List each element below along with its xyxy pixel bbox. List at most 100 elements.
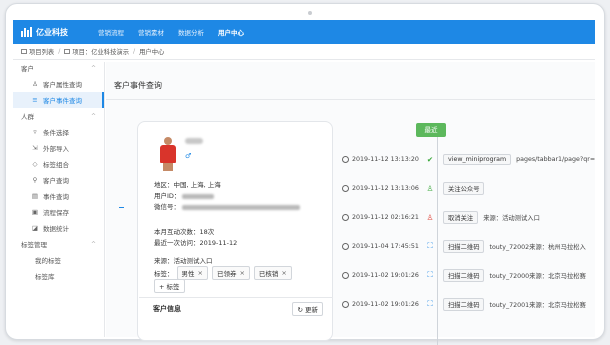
section-title: 人群 bbox=[21, 113, 34, 121]
timeline-event[interactable]: 2019-11-02 19:01:26 ⛶ 扫描二维码 touty_72001来… bbox=[342, 297, 586, 311]
event-time: 2019-11-04 17:45:51 bbox=[352, 242, 419, 250]
refresh-label: 更新 bbox=[305, 305, 318, 314]
refresh-icon: ↻ bbox=[297, 305, 305, 314]
male-icon: ♂ bbox=[185, 152, 192, 160]
title-divider bbox=[106, 99, 595, 100]
customer-name-redacted bbox=[185, 138, 203, 144]
sidebar-item-flow-save[interactable]: ▣ 流程保存 bbox=[13, 204, 104, 220]
breadcrumb-projects[interactable]: 项目列表 bbox=[29, 47, 54, 56]
sidebar-item-condition[interactable]: ▿ 条件选择 bbox=[13, 124, 104, 140]
sidebar-section-crowd[interactable]: 人群 ^ bbox=[13, 110, 104, 124]
region-value: 中国, 上海, 上海 bbox=[173, 181, 221, 189]
sidebar-item-tag-combo[interactable]: ◇ 标签组合 bbox=[13, 156, 104, 172]
customer-info-title: 客户信息 bbox=[153, 304, 181, 313]
event-detail: touty_72001来源：北京马拉松赛 bbox=[489, 301, 586, 309]
brand-logo[interactable]: 亿业科技 bbox=[21, 27, 68, 38]
tag-chip[interactable]: 已核销 × bbox=[253, 266, 292, 280]
event-type-badge: 扫描二维码 bbox=[443, 239, 485, 253]
sidebar-item-my-tags[interactable]: 我的标签 bbox=[13, 252, 104, 268]
collapse-indicator[interactable] bbox=[119, 207, 124, 208]
nav-marketing-material[interactable]: 营销素材 bbox=[138, 27, 164, 37]
event-time: 2019-11-12 13:13:06 bbox=[352, 184, 419, 192]
clock-icon bbox=[342, 155, 349, 163]
section-title: 标签管理 bbox=[21, 241, 47, 249]
chevron-up-icon: ^ bbox=[90, 241, 96, 248]
region-label: 地区： bbox=[154, 181, 174, 189]
top-nav: 亿业科技 营销流程 营销素材 数据分析 用户中心 bbox=[13, 20, 595, 44]
scan-icon: ⛶ bbox=[427, 241, 433, 250]
sidebar-item-label: 标签库 bbox=[35, 273, 55, 281]
breadcrumb-separator: / bbox=[132, 48, 136, 55]
project-list-icon bbox=[21, 49, 27, 54]
clock-icon bbox=[342, 271, 349, 279]
event-time: 2019-11-02 19:01:26 bbox=[352, 300, 419, 308]
event-type-badge: 扫描二维码 bbox=[443, 268, 485, 282]
nav-data-analysis[interactable]: 数据分析 bbox=[178, 27, 204, 37]
wechat-label: 微信号： bbox=[154, 203, 180, 211]
event-time: 2019-11-12 13:13:20 bbox=[352, 155, 419, 163]
chevron-up-icon: ^ bbox=[90, 65, 96, 72]
tag-row: 标签： 男性 × 已领券 × 已核销 × bbox=[154, 266, 296, 280]
timeline-event[interactable]: 2019-11-04 17:45:51 ⛶ 扫描二维码 touty_72002来… bbox=[342, 239, 586, 253]
timeline-event[interactable]: 2019-11-02 19:01:26 ⛶ 扫描二维码 touty_72000来… bbox=[342, 268, 586, 282]
avatar bbox=[158, 137, 178, 171]
close-icon[interactable]: × bbox=[239, 269, 244, 277]
last-visit-value: 2019-11-12 bbox=[199, 239, 238, 247]
event-detail: touty_72002来源：杭州马拉松入 bbox=[489, 243, 586, 251]
userid-redacted bbox=[182, 193, 215, 199]
event-type-badge: 取消关注 bbox=[443, 210, 479, 224]
breadcrumb-current: 用户中心 bbox=[139, 49, 165, 56]
breadcrumb-project[interactable]: 项目：亿业科技演示 bbox=[72, 47, 129, 56]
timeline-event[interactable]: 2019-11-12 13:13:06 ♙ 关注公众号 bbox=[342, 181, 489, 195]
tag-icon: ◇ bbox=[32, 160, 38, 168]
add-tag-button[interactable]: + 标签 bbox=[154, 279, 185, 293]
close-icon[interactable]: × bbox=[198, 269, 203, 277]
event-time: 2019-11-02 19:01:26 bbox=[352, 271, 419, 279]
nav-marketing-flow[interactable]: 营销流程 bbox=[98, 27, 124, 37]
last-visit-label: 最近一次访问： bbox=[154, 239, 200, 247]
sidebar-item-customer-attr[interactable]: ♙ 客户属性查询 bbox=[13, 76, 104, 92]
sidebar-section-tag-mgmt[interactable]: 标签管理 ^ bbox=[13, 238, 104, 252]
clock-icon bbox=[342, 242, 349, 250]
breadcrumb: 项目列表 / 项目：亿业科技演示 / 用户中心 bbox=[13, 44, 595, 60]
timeline-event[interactable]: 2019-11-12 13:13:20 ✔ view_miniprogram p… bbox=[342, 152, 595, 166]
sidebar-item-label: 条件选择 bbox=[43, 129, 69, 137]
sidebar-item-event-query[interactable]: ▤ 事件查询 bbox=[13, 188, 104, 204]
close-icon[interactable]: × bbox=[281, 269, 286, 277]
list-icon: ≡ bbox=[32, 96, 38, 104]
brand-name: 亿业科技 bbox=[36, 27, 68, 37]
tag-chip[interactable]: 男性 × bbox=[176, 266, 208, 280]
project-icon bbox=[64, 49, 71, 54]
sidebar-item-tag-library[interactable]: 标签库 bbox=[13, 268, 104, 284]
nav-user-center[interactable]: 用户中心 bbox=[218, 27, 244, 37]
sidebar: 客户 ^ ♙ 客户属性查询 ≡ 客户事件查询 人群 ^ ▿ 条件选择 ⇲ 外部导入 ◇ 标签组… bbox=[13, 62, 105, 337]
region-row: 地区：中国, 上海, 上海 bbox=[154, 179, 221, 189]
event-detail: 来源：活动测试入口 bbox=[483, 214, 540, 222]
page-title: 客户事件查询 bbox=[114, 81, 162, 90]
tag-chip-label: 已领券 bbox=[216, 270, 237, 278]
latest-marker: 最近 bbox=[416, 123, 446, 137]
check-circle-icon: ✔ bbox=[426, 154, 434, 164]
sidebar-item-label: 客户查询 bbox=[43, 177, 69, 185]
tag-chip[interactable]: 已领券 × bbox=[211, 266, 250, 280]
search-icon: ⚲ bbox=[32, 176, 38, 184]
scan-icon: ⛶ bbox=[427, 270, 433, 279]
sidebar-item-label: 客户事件查询 bbox=[43, 97, 82, 105]
sidebar-item-customer-query[interactable]: ⚲ 客户查询 bbox=[13, 172, 104, 188]
interactions-label: 本月互动次数： bbox=[154, 228, 200, 236]
event-detail: touty_72000来源：北京马拉松赛 bbox=[489, 272, 586, 280]
sidebar-section-customer[interactable]: 客户 ^ bbox=[13, 62, 104, 76]
sidebar-item-import[interactable]: ⇲ 外部导入 bbox=[13, 140, 104, 156]
sidebar-item-label: 我的标签 bbox=[35, 257, 61, 265]
clock-icon bbox=[342, 184, 349, 192]
filter-icon: ▿ bbox=[33, 128, 37, 136]
source-row: 来源：活动测试入口 bbox=[154, 255, 213, 265]
customer-info-header: 客户信息 ↻ 更新 bbox=[139, 297, 333, 319]
sidebar-item-stats[interactable]: ◪ 数据统计 bbox=[13, 220, 104, 236]
event-type-badge: view_miniprogram bbox=[443, 153, 512, 165]
timeline-event[interactable]: 2019-11-12 02:16:21 ♙ 取消关注 来源：活动测试入口 bbox=[342, 210, 540, 224]
refresh-button[interactable]: ↻ 更新 bbox=[292, 301, 323, 316]
scan-icon: ⛶ bbox=[427, 299, 433, 308]
sidebar-item-customer-event[interactable]: ≡ 客户事件查询 bbox=[13, 92, 104, 108]
sidebar-item-label: 标签组合 bbox=[43, 161, 69, 169]
